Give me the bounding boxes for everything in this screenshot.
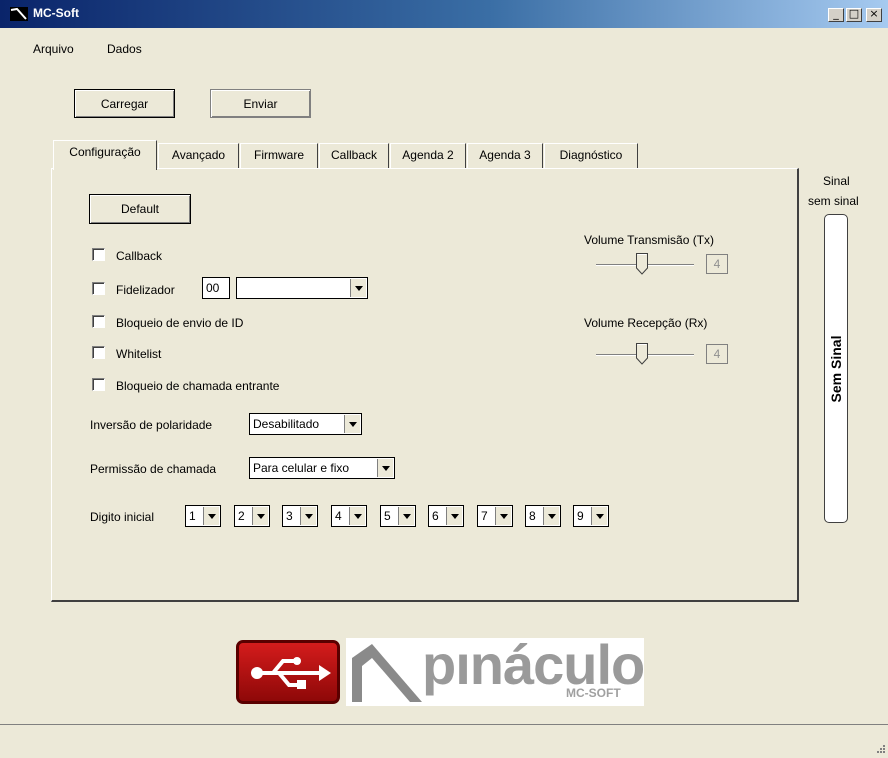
callback-checkbox[interactable] xyxy=(92,248,105,261)
fidelizador-select[interactable] xyxy=(236,277,368,299)
fidelizador-label: Fidelizador xyxy=(116,283,175,297)
bloqueio-entrante-label: Bloqueio de chamada entrante xyxy=(116,379,280,393)
window-title: MC-Soft xyxy=(33,6,79,20)
menu-dados[interactable]: Dados xyxy=(107,42,142,56)
permissao-value: Para celular e fixo xyxy=(253,461,350,475)
digit-value: 1 xyxy=(189,509,196,523)
whitelist-label: Whitelist xyxy=(116,347,162,361)
tab-agenda-2[interactable]: Agenda 2 xyxy=(390,143,466,168)
volume-tx-value: 4 xyxy=(706,254,728,274)
digit-select-5[interactable]: 5 xyxy=(380,505,416,527)
menu-arquivo[interactable]: Arquivo xyxy=(33,42,74,56)
send-button[interactable]: Enviar xyxy=(210,89,311,118)
digit-value: 2 xyxy=(238,509,245,523)
tab-diagnostico[interactable]: Diagnóstico xyxy=(544,143,638,168)
digit-value: 8 xyxy=(529,509,536,523)
title-bar: MC-Soft _ □ × xyxy=(0,0,888,28)
chevron-down-icon xyxy=(398,507,414,525)
chevron-down-icon xyxy=(446,507,462,525)
bloqueio-envio-label: Bloqueio de envio de ID xyxy=(116,316,244,330)
chevron-down-icon xyxy=(377,459,393,477)
status-bar xyxy=(0,724,888,758)
load-button[interactable]: Carregar xyxy=(74,89,175,118)
digit-select-2[interactable]: 2 xyxy=(234,505,270,527)
permissao-label: Permissão de chamada xyxy=(90,462,217,476)
inversao-label: Inversão de polaridade xyxy=(90,418,213,432)
chevron-down-icon xyxy=(344,415,360,433)
pinaculo-logo: pınáculo MC-SOFT xyxy=(346,633,645,706)
tab-avancado[interactable]: Avançado xyxy=(158,143,239,168)
digit-select-6[interactable]: 6 xyxy=(428,505,464,527)
digit-value: 5 xyxy=(384,509,391,523)
brand-sub: MC-SOFT xyxy=(566,686,621,700)
volume-rx-value: 4 xyxy=(706,344,728,364)
chevron-down-icon xyxy=(350,279,366,297)
digit-value: 9 xyxy=(577,509,584,523)
default-button[interactable]: Default xyxy=(89,194,191,224)
digit-select-4[interactable]: 4 xyxy=(331,505,367,527)
tab-callback[interactable]: Callback xyxy=(319,143,389,168)
digit-select-8[interactable]: 8 xyxy=(525,505,561,527)
chevron-down-icon xyxy=(349,507,365,525)
inversao-value: Desabilitado xyxy=(253,417,320,431)
tab-agenda-3[interactable]: Agenda 3 xyxy=(467,143,543,168)
chevron-down-icon xyxy=(543,507,559,525)
chevron-down-icon xyxy=(495,507,511,525)
permissao-select[interactable]: Para celular e fixo xyxy=(249,457,395,479)
chevron-down-icon xyxy=(252,507,268,525)
inversao-select[interactable]: Desabilitado xyxy=(249,413,362,435)
pinaculo-mark-icon xyxy=(352,644,422,702)
close-button[interactable]: × xyxy=(866,8,882,22)
signal-status: sem sinal xyxy=(808,194,859,208)
digito-inicial-label: Digito inicial xyxy=(90,510,155,524)
volume-rx-label: Volume Recepção (Rx) xyxy=(584,316,708,330)
tab-firmware[interactable]: Firmware xyxy=(240,143,318,168)
fidelizador-checkbox[interactable] xyxy=(92,282,105,295)
whitelist-checkbox[interactable] xyxy=(92,346,105,359)
volume-rx-thumb[interactable] xyxy=(636,343,648,365)
digit-value: 6 xyxy=(432,509,439,523)
digit-select-1[interactable]: 1 xyxy=(185,505,221,527)
signal-title: Sinal xyxy=(823,174,850,188)
digit-value: 4 xyxy=(335,509,342,523)
usb-logo xyxy=(236,640,340,704)
maximize-button[interactable]: □ xyxy=(846,8,862,22)
chevron-down-icon xyxy=(203,507,219,525)
usb-icon xyxy=(251,657,331,689)
digit-select-7[interactable]: 7 xyxy=(477,505,513,527)
digit-select-3[interactable]: 3 xyxy=(282,505,318,527)
digit-value: 7 xyxy=(481,509,488,523)
volume-tx-thumb[interactable] xyxy=(636,253,648,275)
bloqueio-envio-checkbox[interactable] xyxy=(92,315,105,328)
chevron-down-icon xyxy=(591,507,607,525)
tab-configuracao[interactable]: Configuração xyxy=(53,140,157,170)
digit-select-9[interactable]: 9 xyxy=(573,505,609,527)
chevron-down-icon xyxy=(300,507,316,525)
digit-value: 3 xyxy=(286,509,293,523)
resize-grip-icon[interactable] xyxy=(874,742,886,754)
callback-label: Callback xyxy=(116,249,163,263)
bloqueio-entrante-checkbox[interactable] xyxy=(92,378,105,391)
signal-strength-bar: Sem Sinal xyxy=(824,214,848,523)
minimize-button[interactable]: _ xyxy=(828,8,844,22)
volume-tx-label: Volume Transmisão (Tx) xyxy=(584,233,715,247)
signal-bar-text: Sem Sinal xyxy=(828,335,844,402)
fidelizador-code-input[interactable]: 00 xyxy=(202,277,230,299)
app-icon xyxy=(10,7,28,21)
